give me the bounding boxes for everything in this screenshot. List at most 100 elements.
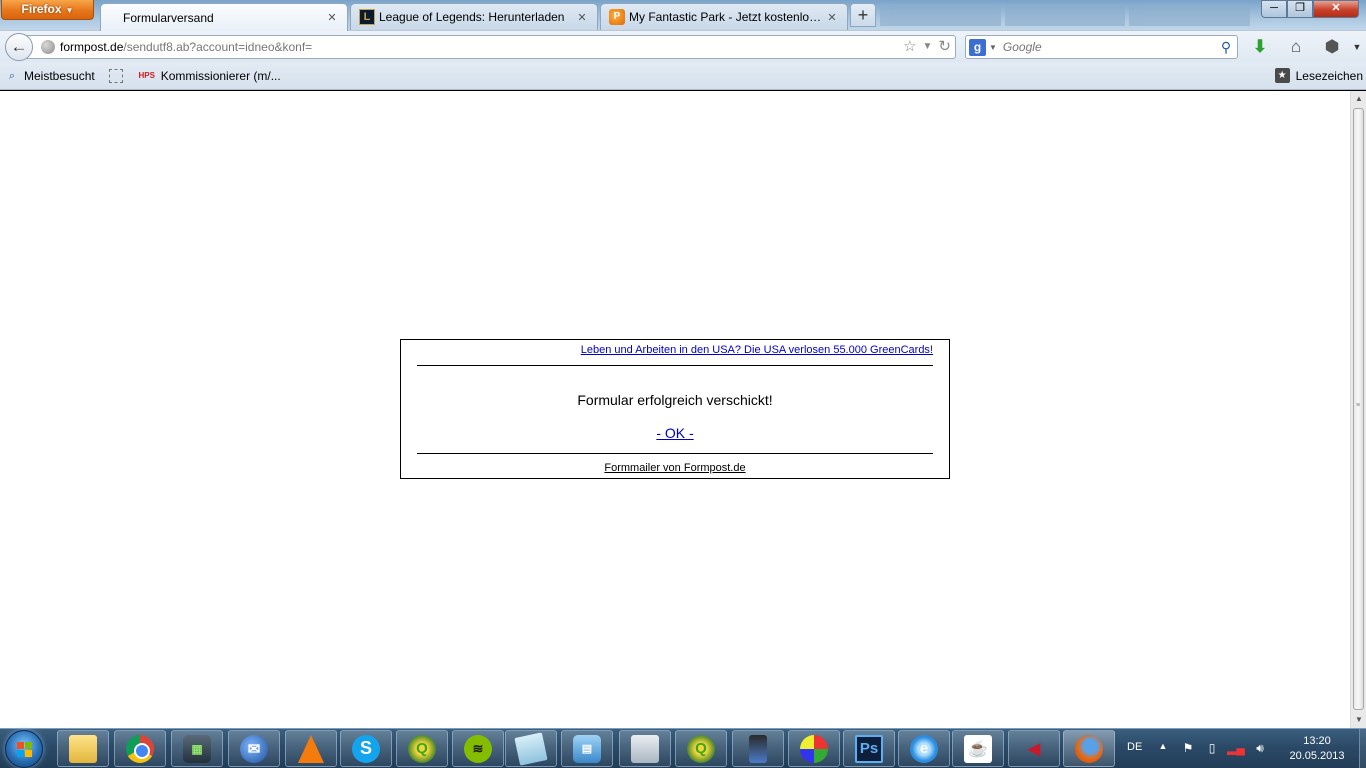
clock-time: 13:20 (1303, 735, 1331, 747)
empty-bookmark-icon (108, 68, 123, 83)
action-center-flag-icon[interactable]: ⚑ (1179, 741, 1197, 755)
search-bar[interactable]: g ▼ Google ⚲ (965, 35, 1238, 59)
chevron-up-icon[interactable]: ▲ (1154, 741, 1172, 751)
bookmark-most-visited[interactable]: ⌕ Meistbesucht (4, 68, 95, 84)
bookmark-label: Kommissionierer (m/... (160, 68, 281, 83)
maximize-button[interactable]: ❐ (1287, 0, 1313, 18)
addon-icon[interactable]: ⬢ (1321, 37, 1343, 57)
thunderbird-icon: ✉ (240, 734, 268, 763)
ok-link[interactable]: - OK - (401, 425, 949, 441)
taskbar-red-app[interactable]: ◂ (1008, 730, 1060, 767)
url-bar[interactable]: formpost.de/sendutf8.ab?account=idneo&ko… (24, 35, 956, 59)
clock[interactable]: 13:20 20.05.2013 (1276, 734, 1358, 764)
bookmarks-menu-button[interactable]: ★ Lesezeichen (1274, 68, 1363, 83)
taskbar-calculator[interactable] (619, 730, 671, 767)
page-viewport: Leben und Arbeiten in den USA? Die USA v… (0, 91, 1350, 728)
skype-icon: S (352, 734, 380, 763)
taskbar-thunderbird[interactable]: ✉ (228, 730, 280, 767)
tab-title: League of Legends: Herunterladen (379, 10, 565, 24)
taskbar-notes[interactable] (505, 730, 557, 767)
clock-date: 20.05.2013 (1289, 750, 1345, 762)
tab-title: My Fantastic Park - Jetzt kostenlos spi.… (629, 10, 825, 24)
google-search-engine-icon[interactable]: g (969, 38, 986, 56)
firefox-menu-button[interactable]: Firefox ▼ (1, 0, 94, 20)
taskbar-phone[interactable] (732, 730, 784, 767)
window-close-button[interactable]: ✕ (1313, 0, 1359, 18)
grip-icon: ≡ (1356, 402, 1361, 409)
vertical-scrollbar[interactable]: ▲ ≡ ▼ (1350, 91, 1366, 728)
taskbar-monitor[interactable]: ▦ (171, 730, 223, 767)
bookmarks-toolbar: ⌕ Meistbesucht HPS Kommissionierer (m/..… (0, 62, 1366, 90)
tab-league-of-legends[interactable]: L League of Legends: Herunterladen ✕ (350, 3, 598, 30)
divider (417, 365, 933, 366)
taskbar-qgis[interactable]: Q (396, 730, 448, 767)
photoshop-icon: Ps (855, 734, 883, 763)
taskbar-vlc[interactable] (285, 730, 337, 767)
star-icon: ★ (1274, 68, 1290, 83)
close-icon[interactable]: ✕ (825, 11, 839, 24)
browser-titlebar: Firefox ▼ Formularversand ✕ L League of L… (0, 0, 1366, 31)
bookmark-empty[interactable] (99, 68, 127, 83)
scroll-down-icon[interactable]: ▼ (1351, 712, 1366, 728)
taskbar-spotify[interactable]: ≋ (452, 730, 504, 767)
taskbar-photoshop[interactable]: Ps (843, 730, 895, 767)
url-bar-actions: ☆ ▼ ↻ (903, 38, 951, 56)
ghost-tab (1004, 4, 1126, 26)
chevron-down-icon: ▼ (65, 6, 74, 15)
divider (417, 453, 933, 454)
monitor-icon: ▦ (183, 734, 211, 763)
bookmark-star-icon[interactable]: ☆ (903, 38, 916, 56)
scrollbar-thumb[interactable]: ≡ (1353, 108, 1364, 710)
chevron-down-icon[interactable]: ▼ (1346, 37, 1366, 57)
formpost-footer-link[interactable]: Formmailer von Formpost.de (401, 462, 949, 474)
tab-my-fantastic-park[interactable]: P My Fantastic Park - Jetzt kostenlos sp… (600, 3, 848, 30)
taskbar-skype[interactable]: S (340, 730, 392, 767)
show-desktop-button[interactable] (1359, 729, 1366, 768)
fantastic-park-icon: P (609, 9, 625, 25)
navigation-toolbar: formpost.de/sendutf8.ab?account=idneo&ko… (0, 30, 1366, 62)
folder-icon (69, 734, 97, 763)
qgis-icon: Q (408, 734, 436, 763)
paint-palette-icon (800, 734, 828, 763)
search-input[interactable]: Google (1003, 40, 1215, 54)
scroll-up-icon[interactable]: ▲ (1351, 91, 1366, 107)
home-icon[interactable]: ⌂ (1285, 37, 1307, 57)
java-icon: ☕ (964, 734, 992, 763)
chevron-down-icon[interactable]: ▼ (989, 43, 997, 52)
control-panel-icon: ▤ (573, 734, 601, 763)
bookmark-label: Meistbesucht (24, 68, 95, 83)
most-visited-icon: ⌕ (8, 69, 16, 82)
success-message: Formular erfolgreich verschickt! (577, 392, 773, 408)
volume-icon[interactable]: 🔊︎ (1251, 741, 1269, 756)
taskbar-paint[interactable] (788, 730, 840, 767)
bookmark-kommissionierer[interactable]: HPS Kommissionierer (m/... (131, 68, 281, 84)
calculator-icon (631, 734, 659, 763)
start-button[interactable] (5, 730, 43, 768)
reload-icon[interactable]: ↻ (938, 38, 951, 56)
new-tab-button[interactable]: + (850, 3, 876, 27)
taskbar-firefox[interactable] (1063, 730, 1115, 767)
back-button[interactable]: ← (5, 33, 33, 61)
taskbar-control-panel[interactable]: ▤ (561, 730, 613, 767)
history-dropdown-icon[interactable]: ▼ (923, 38, 933, 56)
language-indicator[interactable]: DE (1127, 741, 1142, 753)
firefox-menu-label: Firefox (21, 2, 62, 16)
search-icon[interactable]: ⚲ (1215, 39, 1237, 56)
back-arrow-icon: ← (10, 37, 28, 56)
taskbar-qgis-2[interactable]: Q (675, 730, 727, 767)
network-signal-icon[interactable]: ▂▄ (1227, 741, 1245, 755)
tab-formularversand[interactable]: Formularversand ✕ (100, 3, 348, 31)
close-icon[interactable]: ✕ (575, 11, 589, 24)
notes-icon (514, 731, 548, 766)
taskbar-java[interactable]: ☕ (952, 730, 1004, 767)
close-icon[interactable]: ✕ (325, 11, 339, 24)
download-icon[interactable]: ⬇ (1249, 37, 1271, 57)
power-plug-icon[interactable]: ▯ (1203, 741, 1221, 755)
taskbar-chrome[interactable] (114, 730, 166, 767)
greencard-ad-link[interactable]: Leben und Arbeiten in den USA? Die USA v… (581, 344, 933, 356)
vlc-icon (298, 734, 324, 763)
taskbar-internet-explorer[interactable]: e (898, 730, 950, 767)
confirmation-box: Leben und Arbeiten in den USA? Die USA v… (400, 339, 950, 479)
minimize-button[interactable]: ─ (1261, 0, 1287, 18)
taskbar-explorer[interactable] (57, 730, 109, 767)
